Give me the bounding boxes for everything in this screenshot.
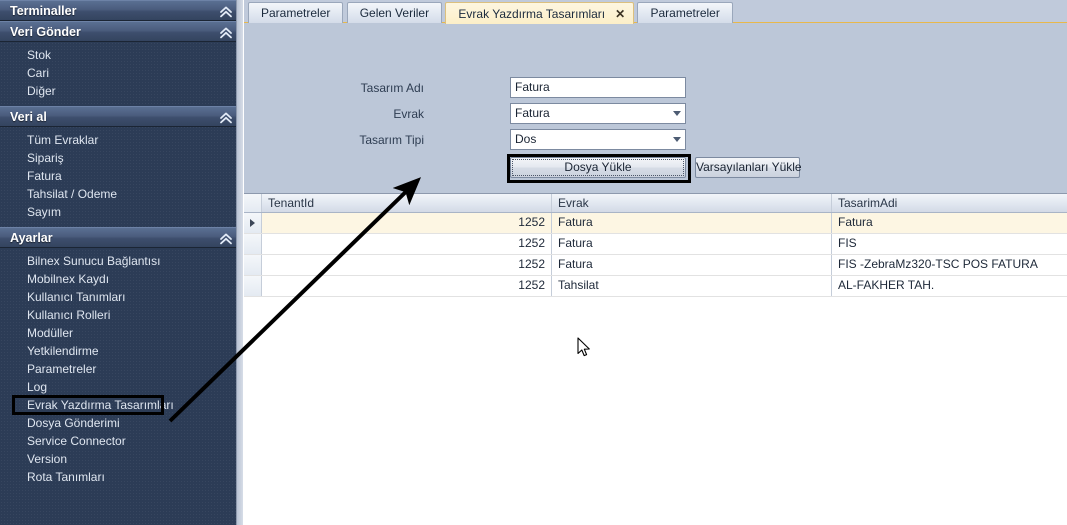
sidebar-item-log[interactable]: Log: [0, 378, 242, 396]
tab-bar: Parametreler Gelen Veriler Evrak Yazdırm…: [244, 0, 1067, 25]
sidebar-item-stok[interactable]: Stok: [0, 46, 242, 64]
sidebar-item-evrak-yazdirma-tasarimlari[interactable]: Evrak Yazdırma Tasarımları: [0, 395, 242, 415]
cell-evrak[interactable]: Fatura: [552, 255, 832, 275]
evrak-select[interactable]: Fatura: [510, 103, 686, 124]
label-tasarim-adi: Tasarım Adı: [360, 81, 424, 95]
cell-evrak[interactable]: Tahsilat: [552, 276, 832, 296]
sidebar-item-bilnex-sunucu-baglantisi[interactable]: Bilnex Sunucu Bağlantısı: [0, 252, 242, 270]
row-selector[interactable]: [244, 213, 262, 233]
sidebar-item-label: Evrak Yazdırma Tasarımları: [27, 398, 174, 412]
sidebar-item-dosya-gonderimi[interactable]: Dosya Gönderimi: [0, 414, 242, 432]
form-row-buttons: Dosya Yükle Varsayılanları Yükle: [334, 154, 804, 183]
label-evrak: Evrak: [393, 107, 424, 121]
sidebar-scrollbar[interactable]: [236, 0, 243, 525]
grid-column-header-evrak[interactable]: Evrak: [552, 194, 832, 212]
tab-parametreler-2[interactable]: Parametreler: [637, 2, 733, 23]
sidebar-item-tahsilat-odeme[interactable]: Tahsilat / Odeme: [0, 185, 242, 203]
grid-rowheader-corner: [244, 194, 262, 212]
sidebar-item-yetkilendirme[interactable]: Yetkilendirme: [0, 342, 242, 360]
sidebar-section-title: Terminaller: [10, 4, 77, 18]
chevron-double-up-icon[interactable]: [219, 22, 233, 43]
evrak-select-value: Fatura: [515, 106, 550, 120]
sidebar-item-mobilnex-kaydi[interactable]: Mobilnex Kaydı: [0, 270, 242, 288]
cell-tenantid[interactable]: 1252: [262, 255, 552, 275]
grid-column-header-tenantid[interactable]: TenantId: [262, 194, 552, 212]
tasarim-tipi-select-value: Dos: [515, 132, 537, 146]
row-selector[interactable]: [244, 234, 262, 254]
cell-tasarimadi[interactable]: AL-FAKHER TAH.: [832, 276, 1067, 296]
sidebar-section-title: Ayarlar: [10, 231, 53, 245]
tasarim-adi-input[interactable]: Fatura: [510, 77, 686, 98]
sidebar-item-kullanici-tanimlari[interactable]: Kullanıcı Tanımları: [0, 288, 242, 306]
cell-tenantid[interactable]: 1252: [262, 213, 552, 233]
table-row[interactable]: 1252 Fatura FIS: [244, 234, 1067, 255]
chevron-double-up-icon[interactable]: [219, 107, 233, 128]
sidebar-item-moduller[interactable]: Modüller: [0, 324, 242, 342]
content-area: Parametreler Gelen Veriler Evrak Yazdırm…: [244, 0, 1067, 525]
sidebar-item-version[interactable]: Version: [0, 450, 242, 468]
tab-label: Evrak Yazdırma Tasarımları: [458, 7, 606, 21]
cell-tasarimadi[interactable]: Fatura: [832, 213, 1067, 233]
sidebar-item-sayim[interactable]: Sayım: [0, 203, 242, 221]
navigation-sidebar: Terminaller Veri Gönder Stok Cari Diğer …: [0, 0, 243, 525]
tab-parametreler-1[interactable]: Parametreler: [248, 2, 344, 23]
grid-column-header-tasarimadi[interactable]: TasarimAdi: [832, 194, 1067, 212]
table-row[interactable]: 1252 Fatura Fatura: [244, 213, 1067, 234]
sidebar-section-header-ayarlar[interactable]: Ayarlar: [0, 227, 242, 248]
sidebar-item-tum-evraklar[interactable]: Tüm Evraklar: [0, 131, 242, 149]
sidebar-item-kullanici-rolleri[interactable]: Kullanıcı Rolleri: [0, 306, 242, 324]
varsayilanlari-yukle-button[interactable]: Varsayılanları Yükle: [695, 157, 802, 178]
close-icon[interactable]: ✕: [615, 3, 625, 25]
label-tasarim-tipi: Tasarım Tipi: [359, 133, 424, 147]
cell-tenantid[interactable]: 1252: [262, 234, 552, 254]
cell-tasarimadi[interactable]: FIS -ZebraMz320-TSC POS FATURA: [832, 255, 1067, 275]
sidebar-section-header-veri-al[interactable]: Veri al: [0, 106, 242, 127]
design-form-panel: Tasarım Adı Fatura Evrak Fatura Tasarım …: [244, 23, 1067, 194]
tasarim-tipi-select[interactable]: Dos: [510, 129, 686, 150]
sidebar-section-title: Veri al: [10, 110, 47, 124]
row-selector[interactable]: [244, 255, 262, 275]
table-row[interactable]: 1252 Fatura FIS -ZebraMz320-TSC POS FATU…: [244, 255, 1067, 276]
sidebar-section-header-terminaller[interactable]: Terminaller: [0, 0, 242, 21]
cell-evrak[interactable]: Fatura: [552, 213, 832, 233]
sidebar-section-body-veri-al: Tüm Evraklar Sipariş Fatura Tahsilat / O…: [0, 127, 242, 227]
sidebar-item-rota-tanimlari[interactable]: Rota Tanımları: [0, 468, 242, 486]
tab-gelen-veriler[interactable]: Gelen Veriler: [346, 2, 443, 23]
application-window: Terminaller Veri Gönder Stok Cari Diğer …: [0, 0, 1067, 525]
dosya-yukle-label: Dosya Yükle: [564, 160, 632, 174]
dosya-yukle-button[interactable]: Dosya Yükle: [507, 154, 691, 183]
sidebar-item-diger[interactable]: Diğer: [0, 82, 242, 100]
cell-tasarimadi[interactable]: FIS: [832, 234, 1067, 254]
sidebar-item-siparis[interactable]: Sipariş: [0, 149, 242, 167]
sidebar-section-header-veri-gonder[interactable]: Veri Gönder: [0, 21, 242, 42]
table-row[interactable]: 1252 Tahsilat AL-FAKHER TAH.: [244, 276, 1067, 297]
chevron-down-icon: [673, 137, 681, 142]
cell-tenantid[interactable]: 1252: [262, 276, 552, 296]
sidebar-section-body-ayarlar: Bilnex Sunucu Bağlantısı Mobilnex Kaydı …: [0, 248, 242, 492]
sidebar-section-body-veri-gonder: Stok Cari Diğer: [0, 42, 242, 106]
designs-data-grid: TenantId Evrak TasarimAdi 1252 Fatura Fa…: [244, 194, 1067, 297]
sidebar-section-title: Veri Gönder: [10, 25, 81, 39]
sidebar-item-cari[interactable]: Cari: [0, 64, 242, 82]
cell-evrak[interactable]: Fatura: [552, 234, 832, 254]
chevron-double-up-icon[interactable]: [219, 1, 233, 22]
row-selector[interactable]: [244, 276, 262, 296]
chevron-double-up-icon[interactable]: [219, 228, 233, 249]
sidebar-item-fatura[interactable]: Fatura: [0, 167, 242, 185]
grid-header-row: TenantId Evrak TasarimAdi: [244, 194, 1067, 213]
chevron-down-icon: [673, 111, 681, 116]
tab-evrak-yazdirma-tasarimlari[interactable]: Evrak Yazdırma Tasarımları ✕: [445, 2, 635, 25]
sidebar-item-service-connector[interactable]: Service Connector: [0, 432, 242, 450]
sidebar-item-parametreler[interactable]: Parametreler: [0, 360, 242, 378]
